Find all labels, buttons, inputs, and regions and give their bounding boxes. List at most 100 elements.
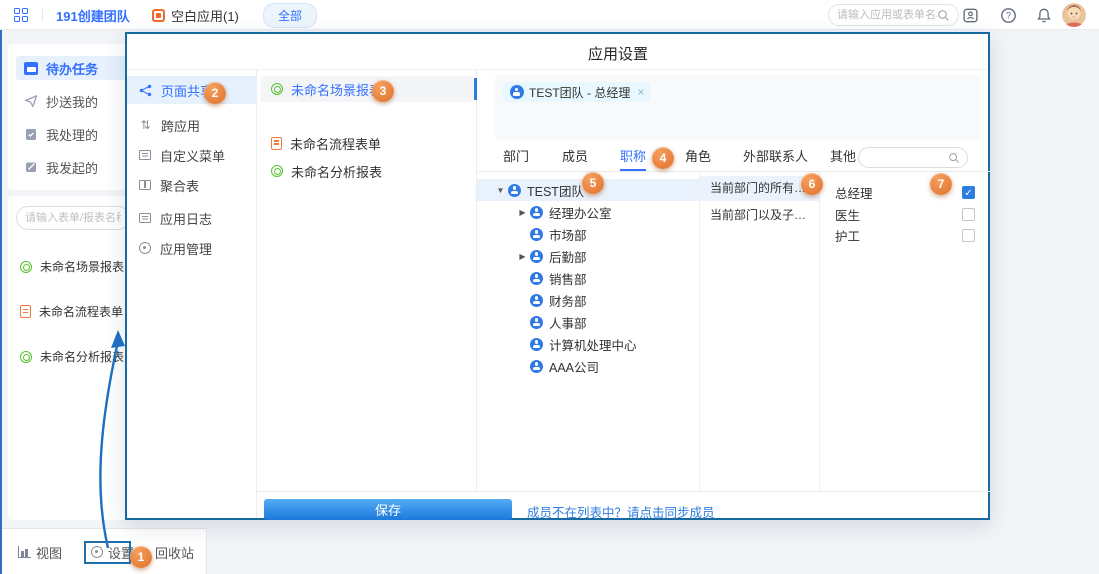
- notifications-button[interactable]: [1036, 0, 1052, 30]
- step-badge-7: 7: [930, 173, 952, 195]
- selected-tags-box: TEST团队 - 总经理 ×: [495, 75, 980, 139]
- topbar-search-input[interactable]: [837, 9, 937, 21]
- sidebar-form-analysis-report[interactable]: 未命名分析报表: [16, 348, 130, 365]
- menu-item-app-manage[interactable]: 应用管理: [127, 234, 257, 262]
- picker-search-input[interactable]: [866, 152, 946, 164]
- title-row-caregiver[interactable]: 护工: [820, 224, 975, 246]
- checkbox-unchecked[interactable]: [962, 229, 975, 242]
- gear-icon: [91, 546, 103, 558]
- step-badge-4: 4: [652, 147, 674, 169]
- bell-icon: [1036, 7, 1052, 24]
- tab-role[interactable]: 角色: [685, 145, 711, 171]
- cross-app-label: 跨应用: [161, 116, 200, 135]
- app-name-label: 空白应用(1): [171, 6, 239, 25]
- handled-label: 我处理的: [46, 125, 98, 144]
- grid-icon: [14, 8, 28, 22]
- invite-member-button[interactable]: [962, 0, 979, 30]
- initiated-label: 我发起的: [46, 158, 98, 177]
- sidebar-item-handled[interactable]: 我处理的: [16, 122, 130, 146]
- menu-item-page-share[interactable]: 页面共享: [127, 76, 257, 104]
- tab-other[interactable]: 其他: [830, 145, 856, 171]
- org-icon: [508, 184, 521, 197]
- tab-job-title-label: 职称: [620, 149, 646, 164]
- tab-department[interactable]: 部门: [503, 145, 529, 171]
- apps-grid-icon[interactable]: [14, 0, 28, 30]
- tab-external-contact[interactable]: 外部联系人: [743, 145, 808, 171]
- tree-node-computer-center[interactable]: 计算机处理中心: [477, 333, 699, 355]
- tree-label: 市场部: [549, 225, 587, 244]
- tree-node-manager-office[interactable]: ▶ 经理办公室: [477, 201, 699, 223]
- checkbox-unchecked[interactable]: [962, 208, 975, 221]
- current-app[interactable]: 空白应用(1): [152, 0, 239, 30]
- tree-node-hr[interactable]: 人事部: [477, 311, 699, 333]
- picker-search[interactable]: [858, 147, 968, 168]
- sidebar-form-flow-form[interactable]: 未命名流程表单: [16, 303, 130, 320]
- sidebar-item-cc[interactable]: 抄送我的: [16, 89, 130, 113]
- menu-item-app-log[interactable]: 应用日志: [127, 204, 257, 232]
- caret-right-icon[interactable]: ▶: [517, 252, 528, 261]
- sidebar-form-scene-report[interactable]: 未命名场景报表: [16, 258, 130, 275]
- selected-tag[interactable]: TEST团队 - 总经理 ×: [503, 82, 651, 102]
- help-button[interactable]: ?: [1000, 0, 1017, 30]
- team-org-icon: [510, 85, 524, 99]
- job-title-list: 总经理 ✓ 医生 护工: [820, 172, 990, 491]
- title-row-doctor[interactable]: 医生: [820, 203, 975, 225]
- menu-item-aggregate-table[interactable]: 聚合表: [127, 171, 257, 199]
- log-doc-icon: [139, 213, 151, 223]
- tree-node-aaa-company[interactable]: AAA公司: [477, 355, 699, 377]
- org-icon: [530, 294, 543, 307]
- send-icon: [24, 94, 38, 108]
- modal-header: 应用设置: [127, 34, 988, 70]
- tree-node-sales[interactable]: 销售部: [477, 267, 699, 289]
- flow-form-label: 未命名流程表单: [39, 303, 123, 320]
- topbar-search[interactable]: [828, 0, 959, 30]
- edit-doc-icon: [24, 160, 38, 174]
- settings-button[interactable]: 设置: [91, 529, 134, 574]
- page-item-flow-form[interactable]: 未命名流程表单: [261, 130, 473, 156]
- scope-sub-dept-label: 当前部门以及子部门的所...: [710, 208, 820, 222]
- sidebar-search-input[interactable]: [25, 212, 121, 224]
- contact-card-icon: [962, 7, 979, 24]
- recycle-label: 回收站: [155, 543, 194, 562]
- sidebar-item-initiated[interactable]: 我发起的: [16, 155, 130, 179]
- scope-current-and-sub-dept[interactable]: 当前部门以及子部门的所...: [700, 203, 820, 228]
- analysis-report-label: 未命名分析报表: [40, 348, 124, 365]
- tab-job-title[interactable]: 职称: [620, 145, 646, 171]
- page-item-analysis-report[interactable]: 未命名分析报表: [261, 158, 473, 184]
- title-label: 护工: [835, 226, 860, 245]
- tab-member[interactable]: 成员: [562, 145, 588, 171]
- aggregate-table-label: 聚合表: [160, 176, 199, 195]
- cc-label: 抄送我的: [46, 92, 98, 111]
- sync-members-link[interactable]: 成员不在列表中？请点击同步成员: [527, 502, 715, 521]
- step-badge-5: 5: [582, 172, 604, 194]
- tree-node-marketing[interactable]: 市场部: [477, 223, 699, 245]
- topbar-divider: [42, 9, 43, 21]
- menu-item-cross-app[interactable]: ⇅ 跨应用: [127, 111, 257, 139]
- svg-text:?: ?: [1006, 10, 1011, 20]
- scene-report-label: 未命名场景报表: [40, 258, 124, 275]
- menu-list-icon: [139, 150, 151, 160]
- tree-label: 财务部: [549, 291, 587, 310]
- todo-label: 待办任务: [46, 59, 98, 78]
- tree-node-logistics[interactable]: ▶ 后勤部: [477, 245, 699, 267]
- save-button[interactable]: 保存: [264, 499, 512, 520]
- caret-right-icon[interactable]: ▶: [517, 208, 528, 217]
- report-target-icon: [20, 351, 32, 363]
- page-item-scene-report[interactable]: 未命名场景报表: [261, 76, 473, 102]
- filter-all-pill[interactable]: 全部: [263, 0, 317, 30]
- close-icon[interactable]: ×: [637, 85, 644, 99]
- tree-node-finance[interactable]: 财务部: [477, 289, 699, 311]
- sidebar-item-todo[interactable]: 待办任务: [16, 56, 130, 80]
- menu-item-custom-menu[interactable]: 自定义菜单: [127, 141, 257, 169]
- views-button[interactable]: 视图: [18, 529, 62, 574]
- team-name-link[interactable]: 191创建团队: [56, 0, 130, 30]
- org-icon: [530, 250, 543, 263]
- user-avatar[interactable]: [1062, 0, 1086, 30]
- recycle-bin-button[interactable]: 回收站: [155, 529, 194, 574]
- sidebar-search[interactable]: [16, 206, 130, 230]
- table-icon: [139, 180, 151, 190]
- caret-down-icon[interactable]: ▼: [495, 186, 506, 195]
- checkbox-checked[interactable]: ✓: [962, 186, 975, 199]
- org-tree: ▼ TEST团队 ▶ 经理办公室 市场部 ▶ 后勤部: [477, 172, 700, 491]
- form-doc-icon: [20, 305, 31, 318]
